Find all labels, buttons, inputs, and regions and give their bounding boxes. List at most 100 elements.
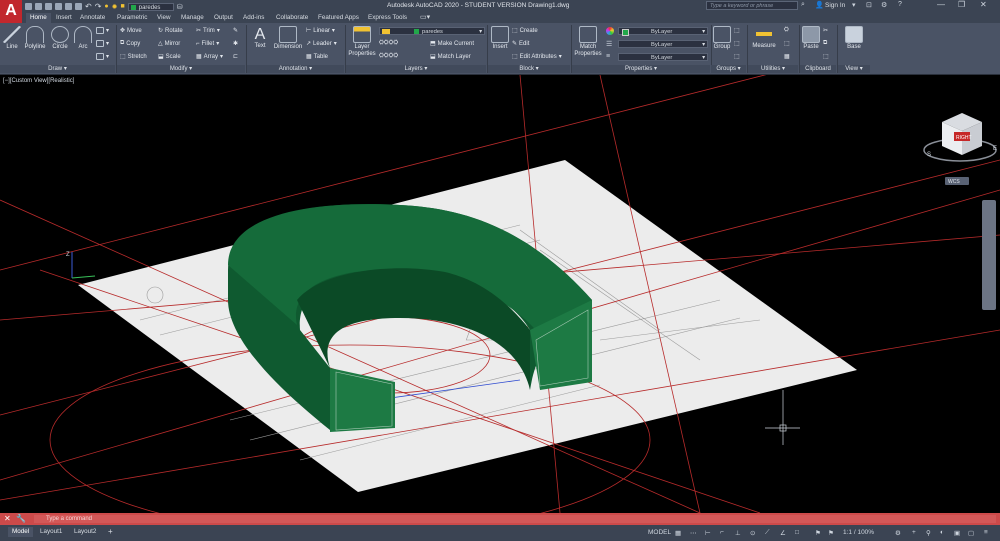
create-block-button[interactable]: ⬚ Create <box>512 27 538 35</box>
block-panel-title[interactable]: Block ▾ <box>488 65 570 73</box>
match-properties-button[interactable]: Match Properties <box>573 26 603 58</box>
autodesk-a360-icon[interactable]: ⚙ <box>881 1 887 9</box>
web-mobile-icon[interactable] <box>65 3 72 10</box>
insert-button[interactable]: Insert <box>490 26 510 50</box>
group-button[interactable]: Group <box>712 26 732 50</box>
add-layout-icon[interactable]: + <box>104 527 117 537</box>
command-input[interactable]: Type a command <box>34 515 996 523</box>
dynamic-input-icon[interactable]: ⌐ <box>720 529 724 536</box>
navigation-bar[interactable] <box>982 200 996 310</box>
object-snap-tracking-icon[interactable]: ∠ <box>780 529 786 537</box>
ortho-icon[interactable]: ⊥ <box>735 529 741 537</box>
tab-home[interactable]: Home <box>26 13 51 23</box>
fillet-button[interactable]: ⌐ Fillet ▾ <box>196 40 219 48</box>
cart-icon[interactable]: ⊡ <box>866 1 872 9</box>
new-file-icon[interactable] <box>25 3 32 10</box>
customization-icon[interactable]: ≡ <box>984 529 988 536</box>
quick-select-icon[interactable]: ⛭ <box>784 27 789 34</box>
layout-tab-layout1[interactable]: Layout1 <box>36 527 66 537</box>
layer-properties-button[interactable]: Layer Properties <box>347 26 377 58</box>
utilities-panel-title[interactable]: Utilities ▾ <box>748 65 798 73</box>
layout-tab-layout2[interactable]: Layout2 <box>70 527 100 537</box>
isolate-objects-icon[interactable]: ◐ <box>940 529 944 536</box>
rotate-button[interactable]: ↻ Rotate <box>158 27 183 35</box>
open-file-icon[interactable] <box>35 3 42 10</box>
calculator-icon[interactable]: ▦ <box>784 53 790 60</box>
model-space-canvas[interactable]: Z RIGHT S E WCS <box>0 75 1000 513</box>
redo-icon[interactable]: ↷ <box>95 2 102 11</box>
edit-attributes-button[interactable]: ⬚ Edit Attributes ▾ <box>512 53 562 61</box>
sign-in-button[interactable]: Sign In <box>825 2 845 9</box>
arc-button[interactable]: Arc <box>74 26 92 50</box>
properties-panel-title[interactable]: Properties ▾ <box>572 65 710 73</box>
leader-button[interactable]: ↗ Leader ▾ <box>306 40 337 48</box>
erase-icon[interactable]: ✎ <box>233 27 238 34</box>
hatch-tool[interactable]: ▾ <box>96 40 109 47</box>
help-icon[interactable]: ? <box>898 1 902 8</box>
layout-tab-model[interactable]: Model <box>8 527 34 537</box>
paste-button[interactable]: Paste <box>801 26 821 50</box>
line-button[interactable]: Line <box>2 26 22 50</box>
hardware-acceleration-icon[interactable]: ▣ <box>954 529 960 537</box>
annotation-visibility-icon[interactable]: ⚑ <box>815 529 821 537</box>
snap-icon[interactable]: ⋯ <box>690 529 697 537</box>
object-snap-icon[interactable]: □ <box>795 529 799 536</box>
edit-block-button[interactable]: ✎ Edit <box>512 40 529 48</box>
clean-screen-icon[interactable]: ▢ <box>968 529 974 537</box>
annotation-scale[interactable]: 1:1 / 100% <box>843 529 874 536</box>
viewport-controls-label[interactable]: [−][Custom View][Realistic] <box>3 78 74 84</box>
layer-tools-row-2[interactable]: ⛭⛭⛭⛭ <box>379 53 398 60</box>
minimize-icon[interactable]: — <box>937 0 945 9</box>
table-button[interactable]: ▦ Table <box>306 53 328 61</box>
tab-annotate[interactable]: Annotate <box>80 13 105 23</box>
plot-icon[interactable] <box>75 3 82 10</box>
view-panel-title[interactable]: View ▾ <box>838 65 870 73</box>
color-dropdown[interactable]: ByLayer ▾ <box>618 27 708 36</box>
annotation-panel-title[interactable]: Annotation ▾ <box>247 65 344 73</box>
annotation-monitor-icon[interactable]: + <box>912 529 916 536</box>
point-tool[interactable]: ▾ <box>96 53 109 60</box>
grid-icon[interactable]: ▦ <box>675 529 681 537</box>
copy-clip-icon[interactable]: ⧉ <box>823 40 827 47</box>
model-space-toggle[interactable]: MODEL <box>648 529 671 536</box>
trim-button[interactable]: ✂ Trim ▾ <box>196 27 220 35</box>
polyline-button[interactable]: Polyline <box>23 26 47 50</box>
tab-collaborate[interactable]: Collaborate <box>276 13 308 23</box>
tab-add-ins[interactable]: Add-ins <box>243 13 264 23</box>
explode-icon[interactable]: ✱ <box>233 40 238 47</box>
autocad-logo-button[interactable]: A <box>0 0 22 23</box>
tab-express-tools[interactable]: Express Tools <box>368 13 407 23</box>
undo-icon[interactable]: ↶ <box>85 2 92 11</box>
scale-button[interactable]: ⬓ Scale <box>158 53 181 61</box>
stretch-button[interactable]: ⬚ Stretch <box>120 53 147 61</box>
clipboard-panel-title[interactable]: Clipboard <box>800 65 836 73</box>
save-as-icon[interactable] <box>55 3 62 10</box>
layers-panel-title[interactable]: Layers ▾ <box>346 65 486 73</box>
layer-tools-row-1[interactable]: ⛭⛭⛭⛭ <box>379 40 398 47</box>
offset-icon[interactable]: ⊏ <box>233 53 238 60</box>
text-button[interactable]: A Text <box>249 26 271 49</box>
viewcube[interactable]: RIGHT S E <box>923 113 997 162</box>
base-button[interactable]: Base <box>843 26 865 50</box>
auto-scale-icon[interactable]: ⚑ <box>828 529 834 537</box>
rectangle-tool[interactable]: ▾ <box>96 27 109 34</box>
save-icon[interactable] <box>45 3 52 10</box>
group-edit-icon[interactable]: ⬚ <box>734 40 740 47</box>
workspace-gear-icon[interactable]: ⚙ <box>895 529 901 537</box>
ungroup-icon[interactable]: ⬚ <box>734 27 740 34</box>
tab-manage[interactable]: Manage <box>181 13 204 23</box>
tab-featured-apps[interactable]: Featured Apps <box>318 13 359 23</box>
linear-button[interactable]: ⊢ Linear ▾ <box>306 27 335 35</box>
mirror-button[interactable]: △ Mirror <box>158 40 180 48</box>
tab-output[interactable]: Output <box>214 13 233 23</box>
lineweight-dropdown[interactable]: ByLayer ▾ <box>618 53 708 61</box>
move-button[interactable]: ✥ Move <box>120 27 142 35</box>
linetype-dropdown[interactable]: ByLayer ▾ <box>618 40 708 48</box>
drawing-viewport[interactable]: Z RIGHT S E WCS [−][Custom View][Realist… <box>0 75 1000 513</box>
layer-dropdown[interactable]: paredes ▾ <box>379 27 485 35</box>
restore-icon[interactable]: ❐ <box>958 0 965 9</box>
tab-insert[interactable]: Insert <box>56 13 72 23</box>
dimension-button[interactable]: Dimension <box>272 26 304 50</box>
infer-constraints-icon[interactable]: ⊢ <box>705 529 711 537</box>
groups-panel-title[interactable]: Groups ▾ <box>711 65 746 73</box>
